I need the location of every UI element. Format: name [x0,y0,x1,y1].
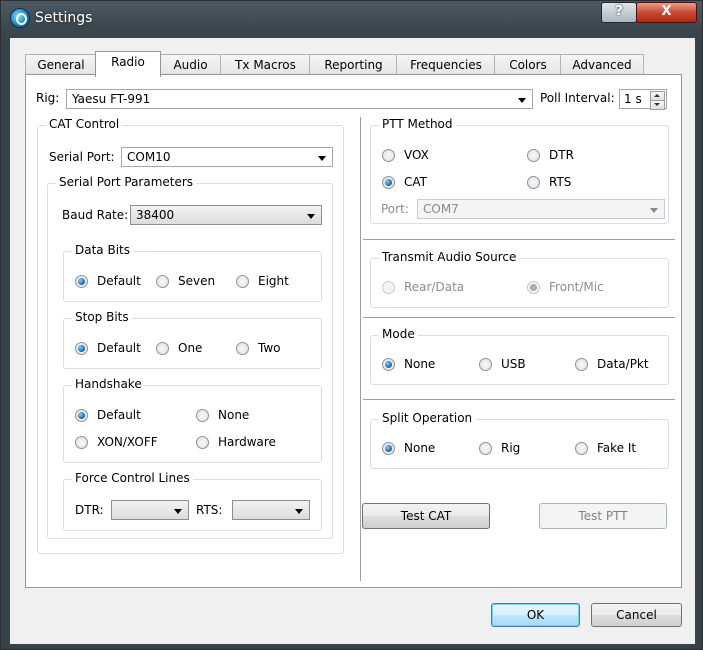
radio-label: RTS [549,175,572,189]
tab-tx-macros[interactable]: Tx Macros [220,54,311,76]
test-cat-button[interactable]: Test CAT [362,503,490,529]
rig-select[interactable]: Yaesu FT-991 [66,89,533,109]
rts-select[interactable] [232,500,310,520]
serial-port-select[interactable]: COM10 [121,147,333,167]
mode-group: Mode None USB Data/Pkt [370,327,669,385]
chevron-down-icon [318,156,326,161]
ptt-method-title: PTT Method [379,117,456,131]
ptt-port-value: COM7 [423,202,459,216]
force-control-title: Force Control Lines [72,471,193,485]
handshake-group: Handshake Default None XON/XOFF Hardware [63,377,322,463]
radio-label: Hardware [218,435,276,449]
radio-label: DTR [549,148,574,162]
cancel-button[interactable]: Cancel [591,603,682,627]
tab-advanced[interactable]: Advanced [560,54,644,76]
rts-label: RTS: [196,503,223,517]
close-button[interactable]: X [636,2,697,23]
dtr-select[interactable] [111,500,189,520]
tab-reporting[interactable]: Reporting [309,54,398,76]
data-bits-group: Data Bits Default Seven Eight [63,243,322,302]
serial-port-value: COM10 [127,150,171,164]
radio-label: Two [258,341,281,355]
test-ptt-button[interactable]: Test PTT [539,503,667,529]
chevron-down-icon [295,509,303,514]
ptt-port-select[interactable]: COM7 [417,199,665,219]
baud-rate-value: 38400 [136,208,175,222]
chevron-down-icon [650,208,658,213]
spin-down-icon[interactable] [650,100,665,110]
radio-label: Data/Pkt [597,357,649,371]
data-bits-title: Data Bits [72,243,133,257]
radio-label: Default [97,408,141,422]
chevron-down-icon [518,98,526,103]
serial-params-title: Serial Port Parameters [56,175,197,189]
ptt-port-label: Port: [381,202,409,216]
handshake-title: Handshake [72,377,145,391]
help-button[interactable]: ? [601,2,637,23]
tab-radio[interactable]: Radio [95,51,161,77]
radio-label: XON/XOFF [97,435,158,449]
rig-label: Rig: [36,91,60,105]
mode-title: Mode [379,327,418,341]
cat-control-title: CAT Control [46,117,123,131]
radio-label: Eight [258,274,289,288]
radio-label: VOX [404,148,429,162]
radio-label: Rear/Data [404,280,465,294]
split-operation-title: Split Operation [379,411,476,425]
serial-params-group: Serial Port Parameters Baud Rate: 38400 … [47,175,333,539]
dialog-client: General Radio Audio Tx Macros Reporting … [9,37,696,645]
serial-port-label: Serial Port: [49,150,115,164]
radio-label: Seven [178,274,216,288]
radio-label: Default [97,274,141,288]
radio-label: One [178,341,203,355]
radio-label: CAT [404,175,427,189]
radio-label: None [218,408,250,422]
poll-interval-label: Poll Interval: [540,91,615,105]
radio-label: None [404,441,436,455]
split-operation-group: Split Operation None Rig Fake It [370,411,669,469]
chevron-down-icon [307,214,315,219]
horizontal-separator [363,399,675,400]
tab-colors[interactable]: Colors [494,54,562,76]
tx-audio-group: Transmit Audio Source Rear/Data Front/Mi… [370,250,669,308]
settings-window: Settings ? X General Radio Audio Tx Macr… [0,0,703,650]
ptt-method-group: PTT Method VOX DTR CAT RTS Port: COM7 [370,117,669,224]
tab-frequencies[interactable]: Frequencies [396,54,496,76]
radio-label: Fake It [597,441,637,455]
radio-label: Front/Mic [549,280,604,294]
title-bar[interactable]: Settings ? X [1,1,702,37]
ok-button[interactable]: OK [491,603,580,627]
horizontal-separator [363,317,675,318]
stop-bits-title: Stop Bits [72,310,132,324]
chevron-down-icon [174,509,182,514]
window-title: Settings [35,10,93,26]
radio-label: None [404,357,436,371]
tab-general[interactable]: General [25,54,97,76]
radio-label: Default [97,341,141,355]
radio-tab-panel: Rig: Yaesu FT-991 Poll Interval: 1 s CAT… [25,74,682,588]
baud-rate-label: Baud Rate: [62,208,129,222]
poll-interval-value: 1 s [624,92,642,106]
cat-control-group: CAT Control Serial Port: COM10 Serial Po… [37,117,344,554]
rig-value: Yaesu FT-991 [72,92,151,106]
app-icon [10,8,30,28]
poll-interval-spinbox[interactable]: 1 s [619,89,667,110]
dtr-label: DTR: [75,503,104,517]
tx-audio-title: Transmit Audio Source [379,250,520,264]
stop-bits-group: Stop Bits Default One Two [63,310,322,369]
horizontal-separator [363,239,675,240]
force-control-group: Force Control Lines DTR: RTS: [63,471,322,531]
radio-label: Rig [501,441,521,455]
radio-label: USB [501,357,526,371]
baud-rate-select[interactable]: 38400 [130,205,322,225]
tab-audio[interactable]: Audio [159,54,222,76]
